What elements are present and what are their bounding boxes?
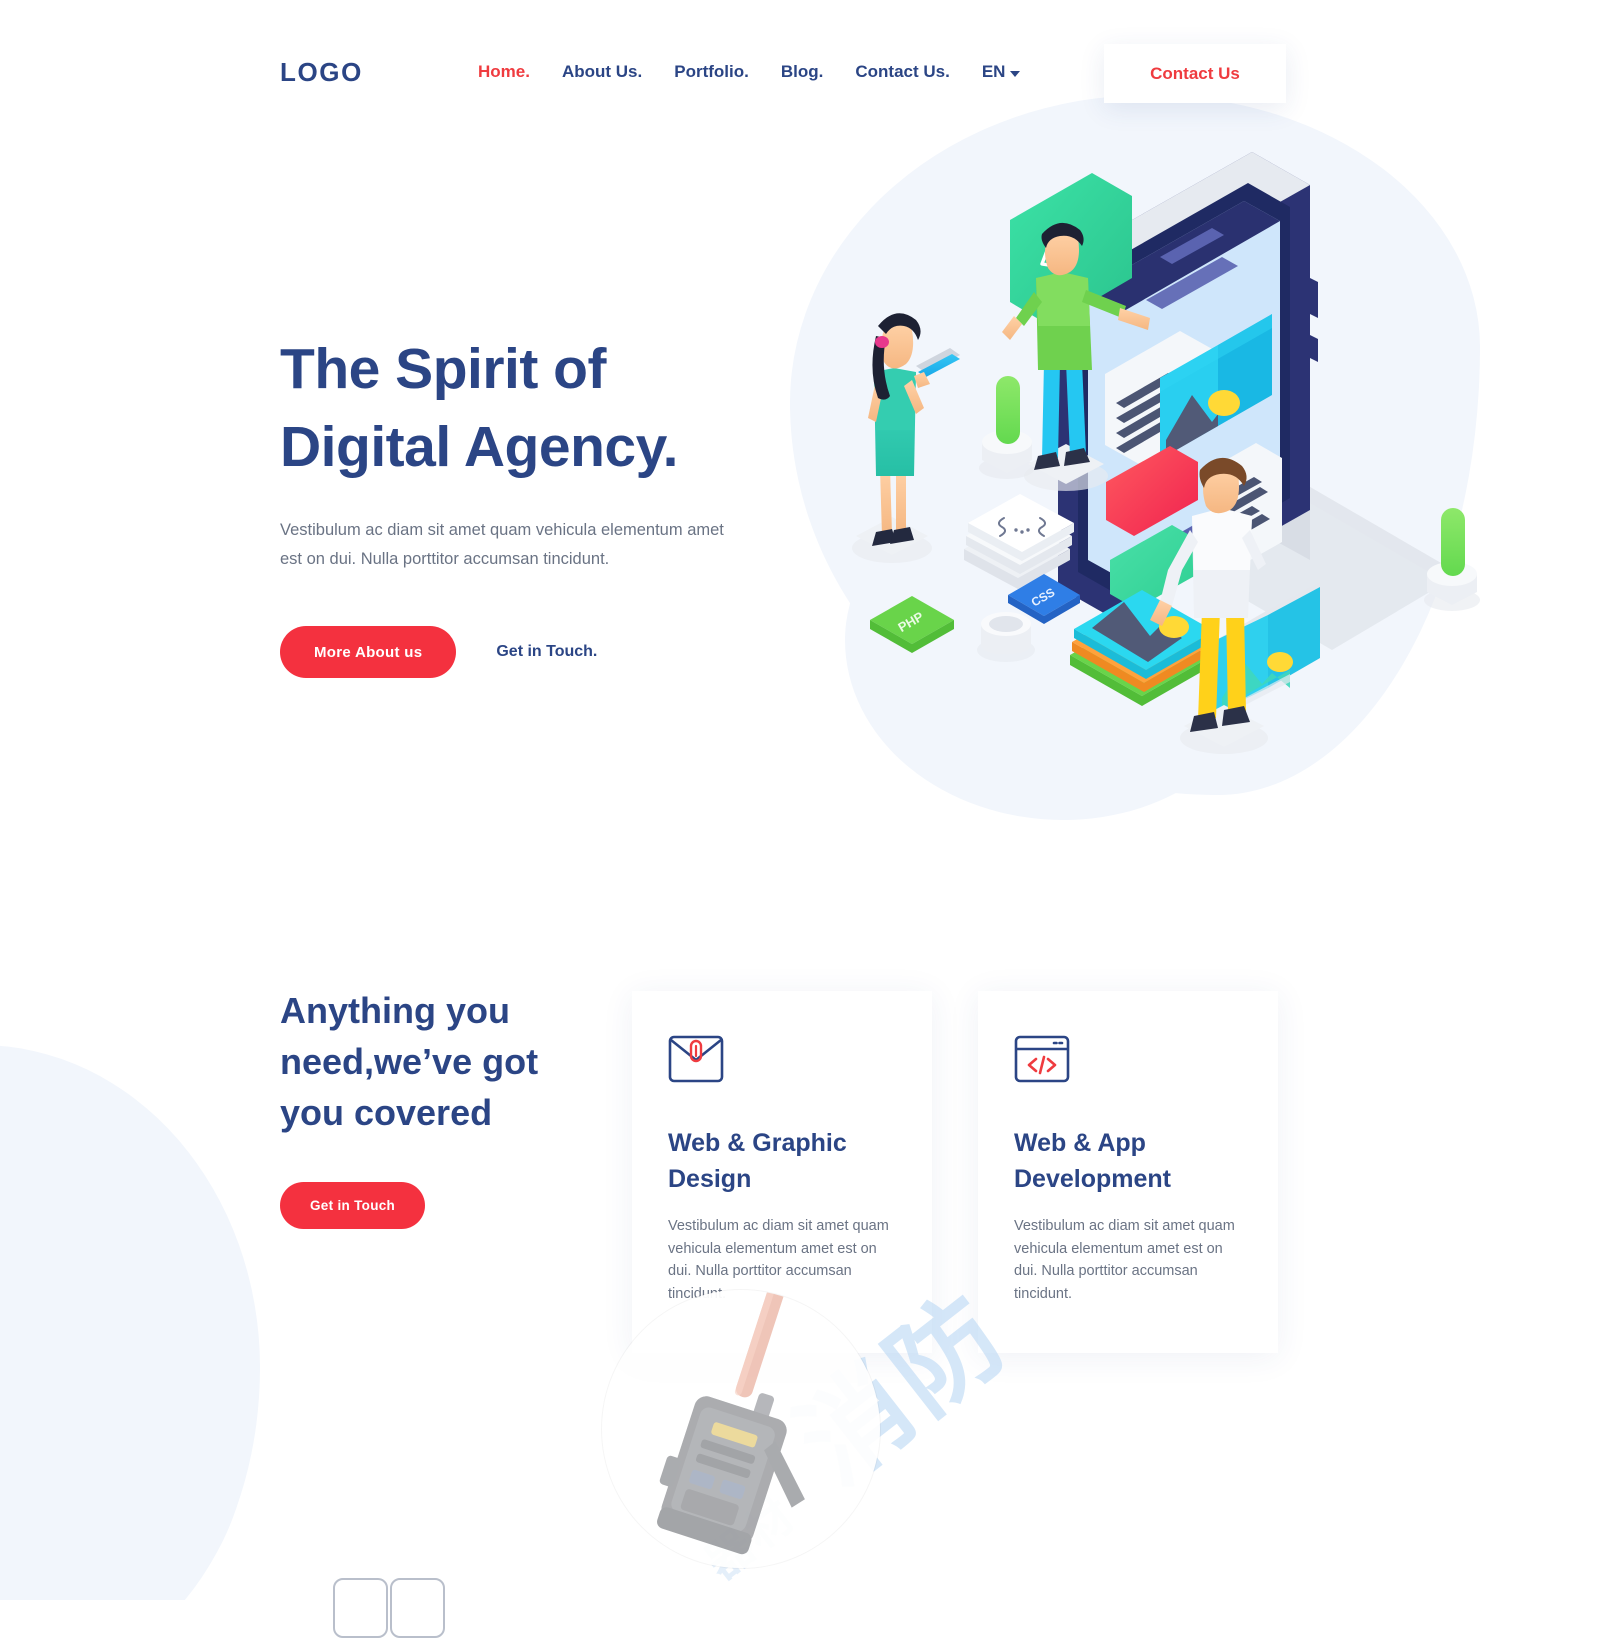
language-label: EN <box>981 62 1006 81</box>
bottom-decorative-shape <box>333 1578 445 1638</box>
service-card-web-app-development[interactable]: Web & App Development Vestibulum ac diam… <box>978 991 1278 1353</box>
hero-section: The Spirit of Digital Agency. Vestibulum… <box>280 330 800 678</box>
services-get-in-touch-button[interactable]: Get in Touch <box>280 1182 426 1229</box>
hero-title-line-2: Digital Agency. <box>280 415 678 479</box>
more-about-us-button[interactable]: More About us <box>280 626 457 678</box>
header-contact-us-button[interactable]: Contact Us <box>1104 44 1286 103</box>
site-header: LOGO Home. About Us. Portfolio. Blog. Co… <box>0 0 1600 116</box>
envelope-icon <box>668 1033 724 1085</box>
service-card-body: Vestibulum ac diam sit amet quam vehicul… <box>1014 1218 1235 1302</box>
language-selector[interactable]: EN <box>966 62 1037 82</box>
hero-illustration: PHP CSS <box>820 150 1520 770</box>
plant-left <box>979 376 1035 479</box>
person-woman <box>852 313 960 563</box>
nav-item-portfolio[interactable]: Portfolio. <box>658 62 765 82</box>
services-title-line-3: you covered <box>280 1092 493 1133</box>
hero-title-line-1: The Spirit of <box>280 337 606 401</box>
image-stack <box>1070 590 1214 706</box>
code-window-icon <box>1014 1033 1070 1085</box>
services-title: Anything you need,we’ve got you covered <box>280 985 610 1138</box>
main-navigation: Home. About Us. Portfolio. Blog. Contact… <box>462 62 1036 82</box>
hero-subtitle: Vestibulum ac diam sit amet quam vehicul… <box>280 521 724 568</box>
hero-title: The Spirit of Digital Agency. <box>280 330 800 486</box>
services-heading-block: Anything you need,we’ve got you covered … <box>280 985 610 1229</box>
service-card-title-line-1: Web & Graphic <box>668 1129 847 1157</box>
landing-page: LOGO Home. About Us. Portfolio. Blog. Co… <box>0 0 1600 1638</box>
walkie-talkie-photo <box>657 1290 805 1555</box>
isometric-team-mobile-app-illustration: PHP CSS <box>852 152 1480 754</box>
watermark-product-badge <box>602 1290 880 1568</box>
nav-item-about-us[interactable]: About Us. <box>546 62 658 82</box>
services-title-line-2: need,we’ve got <box>280 1041 539 1082</box>
php-tile: PHP <box>870 596 954 653</box>
get-in-touch-link[interactable]: Get in Touch. <box>496 643 597 661</box>
service-card-title-line-2: Design <box>668 1165 752 1193</box>
service-card-title-line-2: Development <box>1014 1165 1171 1193</box>
nav-item-home[interactable]: Home. <box>462 62 546 82</box>
nav-item-contact-us[interactable]: Contact Us. <box>839 62 965 82</box>
header-contact-us-label: Contact Us <box>1150 63 1240 83</box>
chevron-down-icon <box>1010 70 1021 77</box>
hero-actions: More About us Get in Touch. <box>280 626 800 678</box>
logo[interactable]: LOGO <box>280 57 363 88</box>
paper-stack <box>964 494 1074 589</box>
services-title-line-1: Anything you <box>280 990 510 1031</box>
service-card-title: Web & App Development <box>1014 1125 1242 1197</box>
cup <box>977 612 1035 662</box>
service-card-title-line-1: Web & App <box>1014 1129 1146 1157</box>
nav-item-blog[interactable]: Blog. <box>765 62 840 82</box>
service-card-title: Web & Graphic Design <box>668 1125 896 1197</box>
